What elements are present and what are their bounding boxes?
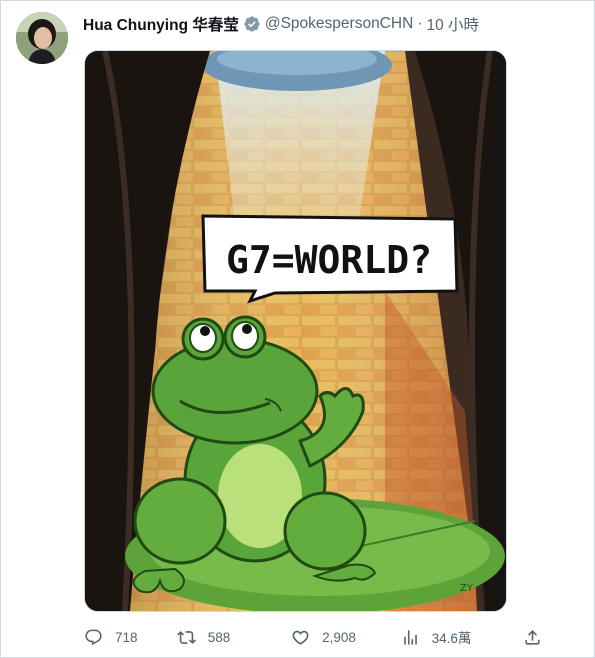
avatar[interactable] [16, 12, 68, 64]
heart-icon [292, 630, 309, 645]
artist-signature: ZY [460, 583, 474, 594]
author-name[interactable]: Hua Chunying 华春莹 [83, 13, 239, 35]
speech-bubble-text: G7=WORLD? [226, 238, 432, 282]
share-icon [525, 629, 540, 645]
like-button[interactable]: 2,908 [291, 628, 400, 647]
reply-button[interactable]: 718 [84, 628, 177, 647]
retweet-icon [176, 630, 196, 644]
author-handle[interactable]: @SpokespersonCHN [265, 15, 413, 33]
views-count: 34.6萬 [431, 631, 472, 646]
views-button[interactable]: 34.6萬 [401, 627, 511, 647]
reply-count: 718 [115, 629, 138, 645]
reply-icon [85, 629, 102, 645]
tweet-header: Hua Chunying 华春莹 @SpokespersonCHN · 10 小… [83, 12, 575, 36]
retweet-button[interactable]: 588 [176, 628, 291, 647]
like-count: 2,908 [322, 629, 356, 645]
verified-badge-icon [243, 15, 261, 33]
views-chart-icon [403, 629, 417, 645]
separator-dot: · [417, 15, 423, 32]
tweet-image[interactable]: G7=WORLD? ZY [84, 50, 507, 612]
tweet-timestamp[interactable]: 10 小時 [426, 13, 479, 35]
retweet-count: 588 [207, 629, 231, 645]
tweet-actions: 718 588 2,908 34.6萬 [84, 624, 554, 650]
avatar-photo [16, 12, 68, 64]
frog-in-well-illustration: G7=WORLD? ZY [85, 51, 506, 611]
share-button[interactable] [523, 628, 554, 647]
